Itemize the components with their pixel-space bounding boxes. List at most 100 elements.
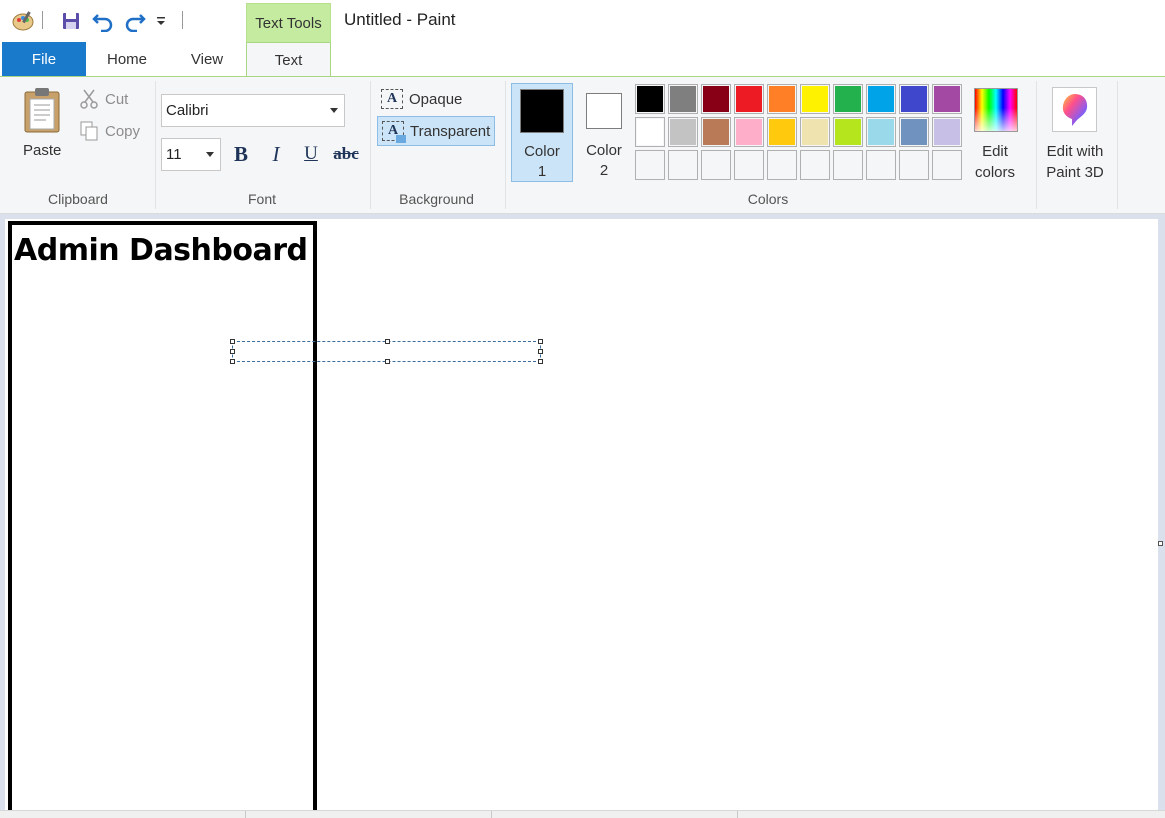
palette-custom-slot[interactable] — [833, 150, 863, 180]
palette-color-fill — [934, 119, 960, 145]
redo-icon[interactable] — [122, 8, 148, 34]
palette-color-fill — [637, 86, 663, 112]
palette-custom-slot[interactable] — [734, 150, 764, 180]
palette-custom-slot[interactable] — [932, 150, 962, 180]
color1-label: Color 1 — [524, 143, 560, 180]
cut-button[interactable]: Cut — [105, 91, 128, 108]
group-separator — [1117, 81, 1118, 209]
palette-custom-slot[interactable] — [668, 150, 698, 180]
palette-color-swatch[interactable] — [866, 117, 896, 147]
palette-color-swatch[interactable] — [833, 84, 863, 114]
palette-color-swatch[interactable] — [701, 117, 731, 147]
palette-color-swatch[interactable] — [899, 84, 929, 114]
resize-handle[interactable] — [538, 359, 543, 364]
palette-color-swatch[interactable] — [767, 84, 797, 114]
palette-color-swatch[interactable] — [767, 117, 797, 147]
palette-custom-slot[interactable] — [635, 150, 665, 180]
palette-custom-slot[interactable] — [866, 150, 896, 180]
palette-color-fill — [736, 86, 762, 112]
edit-with-paint3d-button[interactable]: Edit with Paint 3D — [1040, 141, 1110, 183]
palette-color-fill — [934, 86, 960, 112]
chevron-down-icon — [206, 152, 214, 157]
paste-button[interactable]: Paste — [23, 142, 61, 159]
resize-handle[interactable] — [385, 359, 390, 364]
palette-color-swatch[interactable] — [866, 84, 896, 114]
palette-color-swatch[interactable] — [635, 117, 665, 147]
paint3d-icon[interactable] — [1052, 87, 1097, 132]
opaque-icon: A — [381, 89, 403, 109]
status-separator — [491, 811, 492, 818]
palette-color-fill — [868, 86, 894, 112]
color1-button[interactable]: Color 1 — [511, 83, 573, 182]
group-separator — [505, 81, 506, 209]
palette-color-fill — [868, 119, 894, 145]
strikethrough-button[interactable]: abc — [330, 140, 362, 168]
edit-colors-icon[interactable] — [974, 88, 1018, 132]
customize-dropdown-icon[interactable] — [153, 8, 169, 34]
transparent-button[interactable]: A Transparent — [377, 116, 495, 146]
paste-icon[interactable] — [22, 87, 62, 133]
palette-color-swatch[interactable] — [800, 117, 830, 147]
palette-color-swatch[interactable] — [800, 84, 830, 114]
edit-colors-button[interactable]: Edit colors — [964, 141, 1026, 183]
tab-home[interactable]: Home — [86, 42, 168, 77]
resize-handle[interactable] — [230, 349, 235, 354]
palette-color-fill — [835, 119, 861, 145]
palette-color-fill — [670, 119, 696, 145]
status-separator — [737, 811, 738, 818]
resize-handle[interactable] — [230, 339, 235, 344]
background-group-label: Background — [399, 191, 474, 207]
transparent-label: Transparent — [410, 122, 491, 140]
palette-color-fill — [703, 119, 729, 145]
tab-file[interactable]: File — [2, 42, 86, 77]
save-icon[interactable] — [60, 8, 82, 34]
title-bar: Text Tools Untitled - Paint — [0, 0, 1165, 43]
palette-color-fill — [901, 86, 927, 112]
quick-access-separator — [42, 11, 43, 29]
window-title: Untitled - Paint — [344, 10, 456, 29]
text-input-box[interactable] — [230, 339, 543, 364]
palette-color-fill — [802, 86, 828, 112]
paint-app-icon[interactable] — [10, 8, 36, 34]
copy-button[interactable]: Copy — [105, 123, 140, 140]
palette-color-swatch[interactable] — [932, 117, 962, 147]
palette-color-swatch[interactable] — [734, 84, 764, 114]
opaque-button[interactable]: A Opaque — [377, 84, 495, 114]
resize-handle[interactable] — [385, 339, 390, 344]
palette-color-swatch[interactable] — [932, 84, 962, 114]
tab-view[interactable]: View — [168, 42, 246, 77]
palette-color-swatch[interactable] — [833, 117, 863, 147]
palette-custom-slot[interactable] — [701, 150, 731, 180]
opaque-label: Opaque — [409, 90, 463, 108]
canvas-resize-handle[interactable] — [1158, 541, 1163, 546]
ribbon: Paste Cut Copy Clipboard Calibri 11 B I … — [0, 77, 1165, 214]
resize-handle[interactable] — [230, 359, 235, 364]
resize-handle[interactable] — [538, 339, 543, 344]
font-size-value: 11 — [166, 146, 182, 163]
underline-button[interactable]: U — [297, 140, 325, 168]
canvas-heading-text: Admin Dashboard — [14, 233, 308, 268]
font-family-dropdown[interactable]: Calibri — [161, 94, 345, 127]
palette-custom-slot[interactable] — [767, 150, 797, 180]
italic-button[interactable]: I — [262, 140, 290, 168]
palette-custom-slot[interactable] — [899, 150, 929, 180]
palette-custom-slot[interactable] — [800, 150, 830, 180]
palette-color-swatch[interactable] — [734, 117, 764, 147]
palette-color-swatch[interactable] — [701, 84, 731, 114]
tab-text[interactable]: Text — [246, 42, 331, 78]
font-size-dropdown[interactable]: 11 — [161, 138, 221, 171]
color2-swatch — [586, 93, 622, 129]
undo-icon[interactable] — [90, 8, 116, 34]
copy-icon — [80, 121, 98, 141]
palette-color-swatch[interactable] — [668, 117, 698, 147]
palette-color-fill — [802, 119, 828, 145]
colors-group-label: Colors — [747, 191, 789, 207]
bold-button[interactable]: B — [227, 140, 255, 168]
palette-color-swatch[interactable] — [668, 84, 698, 114]
color2-button[interactable]: Color 2 — [578, 83, 630, 182]
resize-handle[interactable] — [538, 349, 543, 354]
drawing-canvas[interactable]: Admin Dashboard — [5, 219, 1158, 818]
palette-color-swatch[interactable] — [635, 84, 665, 114]
drawn-sidebar-rectangle — [8, 221, 317, 818]
palette-color-swatch[interactable] — [899, 117, 929, 147]
